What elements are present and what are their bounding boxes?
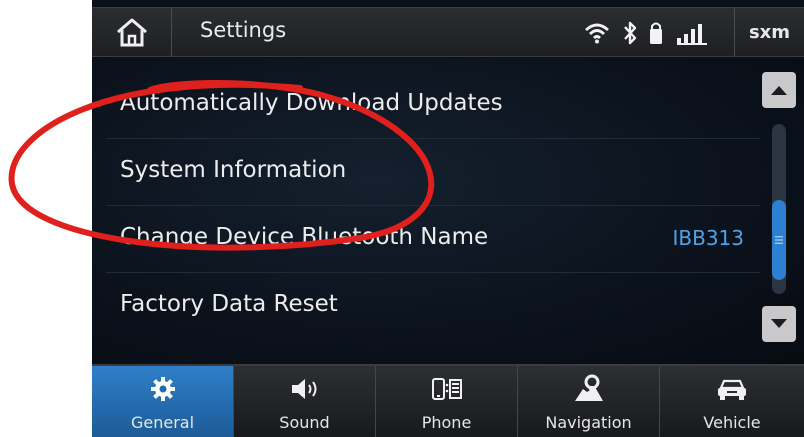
scroll-up-button[interactable] (762, 72, 796, 108)
bluetooth-name-value: IBB313 (672, 226, 744, 250)
bluetooth-icon (622, 19, 638, 51)
triangle-down-icon (771, 319, 787, 328)
list-item-label: Change Device Bluetooth Name (120, 224, 489, 250)
wifi-icon (584, 22, 610, 48)
bottom-nav: General Sound Phone Navigation Vehicle (92, 364, 804, 437)
tab-label: Vehicle (703, 413, 761, 432)
list-item-label: Factory Data Reset (120, 291, 338, 317)
list-item-label: Automatically Download Updates (120, 90, 503, 116)
list-item-factory-data-reset[interactable]: Factory Data Reset (106, 273, 760, 340)
list-item-label: System Information (120, 157, 347, 183)
scroll-down-button[interactable] (762, 306, 796, 342)
tab-label: General (130, 413, 195, 432)
list-item-change-device-bluetooth-name[interactable]: Change Device Bluetooth Name IBB313 (106, 206, 760, 273)
scrollbar-thumb[interactable] (772, 200, 786, 280)
list-item-automatically-download-updates[interactable]: Automatically Download Updates (106, 72, 760, 139)
status-bar: Settings sxm (92, 7, 804, 57)
tab-vehicle[interactable]: Vehicle (660, 366, 804, 437)
tab-label: Sound (279, 413, 330, 432)
home-button[interactable] (92, 8, 172, 56)
tab-general[interactable]: General (92, 366, 234, 437)
list-item-system-information[interactable]: System Information (106, 139, 760, 206)
triangle-up-icon (771, 86, 787, 95)
tab-label: Phone (421, 413, 472, 432)
sxm-button[interactable]: sxm (734, 8, 804, 56)
signal-icon (676, 20, 708, 50)
page-title: Settings (200, 18, 287, 42)
car-icon (660, 374, 804, 404)
tab-label: Navigation (545, 413, 632, 432)
home-icon (116, 18, 147, 47)
grip-icon (775, 236, 783, 244)
tab-sound[interactable]: Sound (234, 366, 376, 437)
settings-list: Automatically Download Updates System In… (92, 58, 804, 364)
status-icons (584, 18, 746, 48)
infotainment-screen: Settings sxm Automatically Download Upda… (92, 0, 804, 437)
phone-icon (376, 374, 517, 404)
gear-icon (92, 374, 233, 404)
tab-phone[interactable]: Phone (376, 366, 518, 437)
battery-lock-icon (648, 20, 664, 50)
tab-navigation[interactable]: Navigation (518, 366, 660, 437)
speaker-icon (234, 374, 375, 404)
scrollbar-track[interactable] (772, 124, 786, 294)
map-pin-icon (518, 374, 659, 404)
